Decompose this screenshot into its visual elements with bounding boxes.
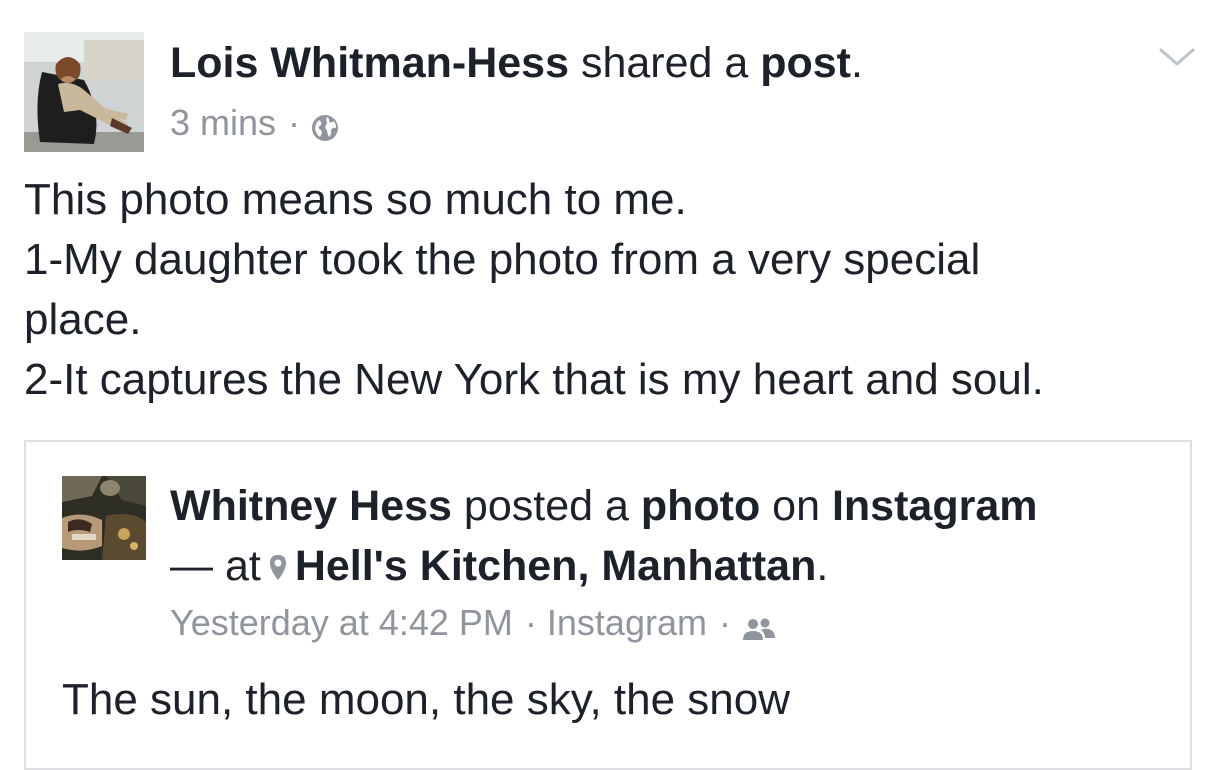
shared-post-meta: Yesterday at 4:42 PM · Instagram · bbox=[170, 600, 777, 646]
post-body-line: 2-It captures the New York that is my he… bbox=[24, 355, 1044, 404]
shared-action-text: posted a bbox=[451, 482, 641, 530]
shared-on-text: on bbox=[760, 482, 832, 530]
shared-post-card[interactable]: Whitney Hess posted a photo on Instagram… bbox=[24, 440, 1192, 770]
author-photo bbox=[24, 32, 144, 152]
post-meta: 3 mins · bbox=[170, 100, 340, 146]
friends-icon[interactable] bbox=[741, 609, 777, 640]
post-body: This photo means so much to me. 1-My dau… bbox=[24, 170, 1204, 410]
shared-title-line-1: Whitney Hess posted a photo on Instagram bbox=[170, 476, 1180, 536]
author-name-link[interactable]: Lois Whitman-Hess bbox=[170, 39, 569, 87]
at-text: — at bbox=[170, 542, 261, 590]
instagram-link[interactable]: Instagram bbox=[832, 482, 1038, 530]
shared-timestamp[interactable]: Yesterday at 4:42 PM bbox=[170, 600, 513, 646]
shared-post: Lois Whitman-Hess shared a post. 3 mins … bbox=[0, 0, 1230, 770]
source-link[interactable]: Instagram bbox=[547, 600, 707, 646]
post-body-line: This photo means so much to me. bbox=[24, 175, 687, 224]
title-period: . bbox=[851, 39, 863, 87]
map-pin-icon bbox=[267, 539, 289, 580]
author-avatar[interactable] bbox=[24, 32, 144, 152]
shared-title-period: . bbox=[816, 542, 829, 590]
photo-link[interactable]: photo bbox=[641, 482, 760, 530]
action-text: shared a bbox=[569, 39, 761, 87]
shared-title-line-2: — at Hell's Kitchen, Manhattan. bbox=[170, 536, 1180, 596]
meta-separator: · bbox=[288, 102, 301, 143]
shared-author-name-link[interactable]: Whitney Hess bbox=[170, 482, 452, 530]
meta-separator: · bbox=[524, 602, 537, 643]
post-header-title: Lois Whitman-Hess shared a post. bbox=[170, 36, 863, 90]
location-link[interactable]: Hell's Kitchen, Manhattan bbox=[295, 542, 817, 590]
meta-separator: · bbox=[718, 602, 731, 643]
shared-author-avatar[interactable] bbox=[62, 476, 146, 560]
globe-icon[interactable] bbox=[310, 108, 340, 141]
shared-post-title: Whitney Hess posted a photo on Instagram… bbox=[170, 476, 1180, 596]
post-timestamp[interactable]: 3 mins bbox=[170, 100, 276, 146]
post-link[interactable]: post bbox=[760, 39, 851, 87]
shared-author-photo bbox=[62, 476, 146, 560]
post-body-line: place. bbox=[24, 295, 142, 344]
shared-post-caption: The sun, the moon, the sky, the snow bbox=[62, 675, 791, 724]
post-body-line: 1-My daughter took the photo from a very… bbox=[24, 235, 981, 284]
chevron-down-icon[interactable] bbox=[1157, 42, 1197, 72]
